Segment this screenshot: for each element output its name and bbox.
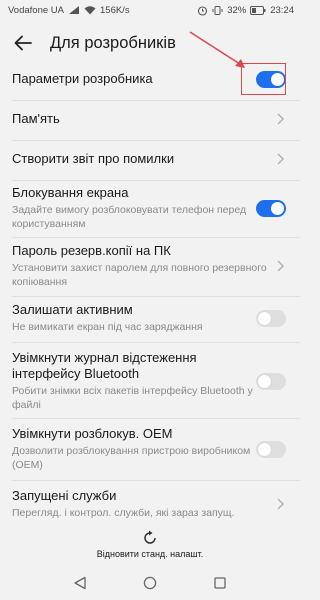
developer-options-screen: Vodafone UA 156K/s 32% 23:24 Для розробн…: [0, 0, 300, 600]
refresh-icon: [144, 530, 156, 544]
annotation-arrow: [189, 31, 245, 68]
nav-home-button[interactable]: [139, 572, 161, 594]
back-triangle-icon: [74, 576, 86, 590]
nav-back-button[interactable]: [69, 572, 91, 594]
home-circle-icon: [143, 576, 157, 590]
reset-label: Відновити станд. налашт.: [96, 548, 204, 559]
system-nav-bar: [0, 566, 300, 600]
nav-recents-button[interactable]: [209, 572, 231, 594]
reset-defaults-button[interactable]: Відновити станд. налашт.: [0, 522, 300, 566]
recents-square-icon: [214, 577, 226, 589]
